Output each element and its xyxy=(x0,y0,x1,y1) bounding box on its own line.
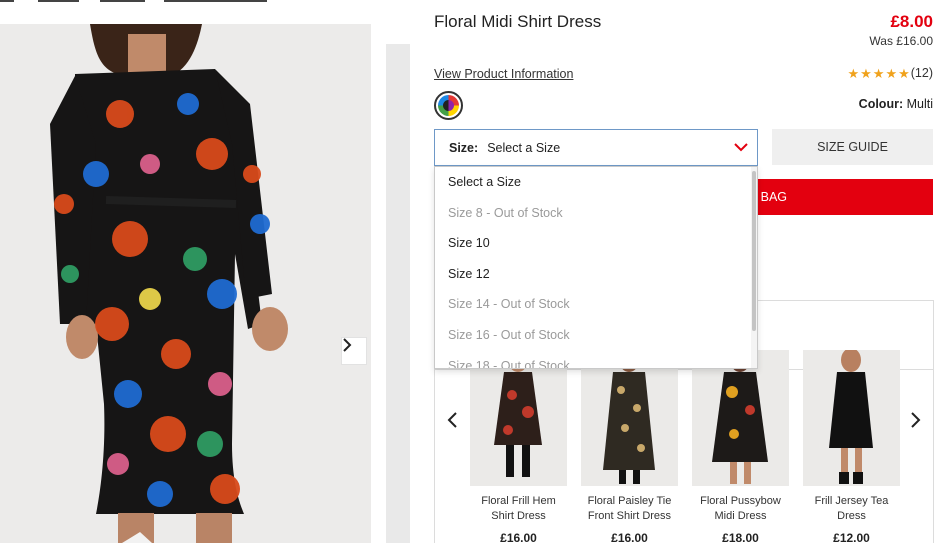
recommendation-card[interactable]: Floral Frill Hem Shirt Dress £16.00 xyxy=(470,350,567,543)
dropdown-scrollbar[interactable] xyxy=(751,167,757,368)
recommendation-image[interactable] xyxy=(581,350,678,486)
colour-label: Colour: xyxy=(858,97,904,111)
dress-thumbnail xyxy=(494,350,542,477)
dress-thumbnail xyxy=(829,350,873,484)
was-price: Was £16.00 xyxy=(869,34,933,48)
size-dropdown-list[interactable]: Select a Size Size 8 - Out of Stock Size… xyxy=(434,166,758,369)
colour-value: Multi xyxy=(906,97,933,111)
recommendation-image[interactable] xyxy=(692,350,789,486)
recommendation-image[interactable] xyxy=(803,350,900,486)
dropdown-scrollbar-thumb[interactable] xyxy=(752,171,756,331)
size-option[interactable]: Size 18 - Out of Stock xyxy=(435,351,757,368)
recommendation-card[interactable]: Floral Pussybow Midi Dress £18.00 xyxy=(692,350,789,543)
dress-model-illustration xyxy=(50,24,288,543)
breadcrumb-link-1[interactable] xyxy=(0,0,14,2)
dress-thumbnail xyxy=(712,350,768,484)
product-price: £8.00 xyxy=(890,12,933,31)
recommendation-image[interactable] xyxy=(470,350,567,486)
recommendation-name[interactable]: Floral Paisley Tie Front Shirt Dress xyxy=(581,494,678,524)
dress-thumbnail xyxy=(603,350,655,484)
colour-swatch-multi[interactable] xyxy=(434,91,463,120)
product-title: Floral Midi Shirt Dress xyxy=(434,12,602,31)
size-label: Size: xyxy=(449,140,479,155)
breadcrumb-link-4[interactable] xyxy=(164,0,267,2)
breadcrumb-link-3[interactable] xyxy=(100,0,145,2)
size-option[interactable]: Size 10 xyxy=(435,228,757,259)
image-next-arrow-button[interactable] xyxy=(341,337,367,365)
recommendation-name[interactable]: Floral Pussybow Midi Dress xyxy=(692,494,789,524)
breadcrumb-link-2[interactable] xyxy=(38,0,79,2)
star-icon: ★ xyxy=(860,65,872,81)
size-option[interactable]: Size 12 xyxy=(435,259,757,290)
recommendation-price: £18.00 xyxy=(722,531,759,543)
recommendation-price: £16.00 xyxy=(500,531,537,543)
chevron-right-icon xyxy=(343,338,352,352)
recommendation-card[interactable]: Frill Jersey Tea Dress £12.00 xyxy=(803,350,900,543)
recommendation-price: £16.00 xyxy=(611,531,648,543)
next-image-peek xyxy=(386,44,410,543)
size-guide-button[interactable]: SIZE GUIDE xyxy=(772,129,933,165)
star-icon: ★ xyxy=(885,65,898,81)
chevron-left-icon[interactable] xyxy=(446,411,460,429)
colour-info: Colour: Multi xyxy=(859,97,933,111)
size-option[interactable]: Size 8 - Out of Stock xyxy=(435,198,757,229)
size-option[interactable]: Size 14 - Out of Stock xyxy=(435,289,757,320)
product-main-image[interactable] xyxy=(0,24,371,543)
chevron-right-icon[interactable] xyxy=(908,411,922,429)
recommendation-name[interactable]: Frill Jersey Tea Dress xyxy=(803,494,900,524)
view-product-information-link[interactable]: View Product Information xyxy=(434,67,573,81)
recommendation-card[interactable]: Floral Paisley Tie Front Shirt Dress £16… xyxy=(581,350,678,543)
chevron-down-icon xyxy=(734,143,748,152)
review-count: (12) xyxy=(910,66,933,80)
recommendation-price: £12.00 xyxy=(833,531,870,543)
size-select[interactable]: Size: Select a Size xyxy=(434,129,758,166)
recommendation-name[interactable]: Floral Frill Hem Shirt Dress xyxy=(470,494,567,524)
rating-stars[interactable]: ★ ★ ★ ★ ★ (12) xyxy=(847,66,933,80)
size-option[interactable]: Size 16 - Out of Stock xyxy=(435,320,757,351)
size-selected-value: Select a Size xyxy=(487,140,561,155)
star-icon: ★ xyxy=(872,65,885,81)
star-icon: ★ xyxy=(847,65,860,81)
size-option[interactable]: Select a Size xyxy=(435,167,757,198)
star-icon: ★ xyxy=(898,65,910,81)
